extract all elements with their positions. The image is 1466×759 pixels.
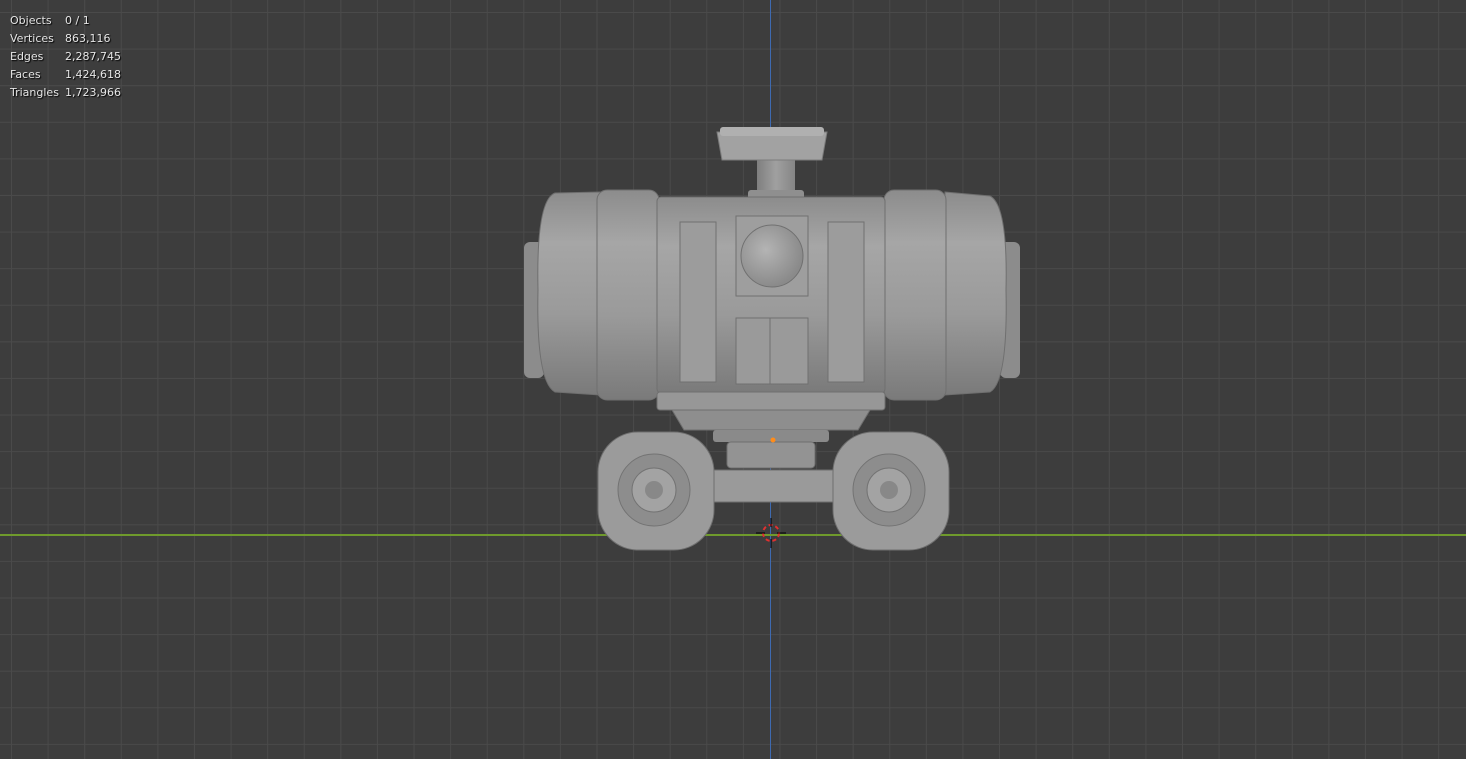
tank-body	[656, 196, 886, 394]
right-wheel	[832, 431, 950, 551]
right-end-cap	[883, 189, 1020, 401]
tank-cart-model[interactable]	[0, 0, 1466, 759]
3d-cursor-icon[interactable]	[756, 518, 786, 548]
object-origin-icon	[770, 437, 776, 443]
left-end-cap	[524, 189, 660, 401]
funnel	[716, 127, 828, 204]
left-wheel	[597, 431, 715, 551]
3d-viewport[interactable]: Objects 0 / 1 Vertices 863,116 Edges 2,2…	[0, 0, 1466, 759]
